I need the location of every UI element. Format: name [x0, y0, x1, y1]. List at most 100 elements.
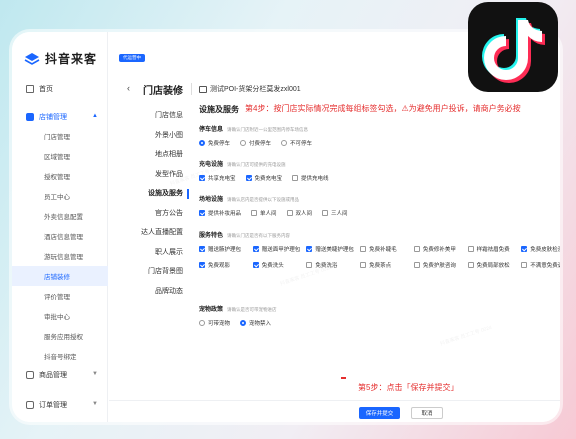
venue-label: 场地设施: [199, 197, 224, 203]
checkbox-icon: [521, 262, 528, 268]
service-option[interactable]: 不满意免费调整: [521, 261, 560, 269]
service-option[interactable]: 免费修补美甲: [413, 245, 464, 253]
parking-option[interactable]: 免费停车: [199, 139, 230, 147]
service-option[interactable]: 免费洗头: [252, 261, 303, 269]
decoration-menu-item[interactable]: 品牌动态: [127, 282, 187, 302]
sidebar-sub-item[interactable]: 审批中心: [12, 306, 108, 326]
sidebar: 抖音来客 首页 店铺管理 ▲ 门店管理 区域管理 授权管理 员工中心 外卖信息配置 酒店信…: [12, 32, 108, 422]
section-title: 设施及服务: [199, 105, 239, 114]
service-option[interactable]: 赠送腋护理包: [199, 245, 249, 253]
sidebar-item-home[interactable]: 首页: [12, 80, 108, 98]
decoration-menu-item[interactable]: 设施及服务: [127, 184, 189, 204]
service-option[interactable]: 赠送美睫护理包: [306, 245, 356, 253]
home-icon: [26, 85, 34, 93]
sidebar-sub-item[interactable]: 门店管理: [12, 126, 108, 146]
checkbox-icon: [252, 262, 259, 268]
sidebar-sub-item[interactable]: 区域管理: [12, 146, 108, 166]
brand-logo-icon: [24, 52, 40, 65]
venue-option[interactable]: 单人间: [251, 209, 277, 217]
parking-label: 停车信息: [199, 127, 224, 133]
tiktok-logo: [468, 2, 558, 92]
cancel-button[interactable]: 取消: [411, 407, 443, 419]
option-label: 样霜祛眉免费: [476, 247, 510, 253]
checkbox-icon: [322, 210, 329, 216]
option-label: 免费局部放松: [476, 263, 510, 269]
decoration-menu-item[interactable]: 发型作品: [127, 165, 187, 185]
decoration-menu-item[interactable]: 官方公告: [127, 204, 187, 224]
parking-option[interactable]: 不可停车: [281, 139, 312, 147]
watermark: 抖音来客 员工工号 0024: [439, 324, 493, 348]
sidebar-sub-item[interactable]: 服务应用授权: [12, 326, 108, 346]
brand-name: 抖音来客: [45, 52, 98, 66]
decoration-menu-item[interactable]: 达人直播配置: [127, 223, 187, 243]
sidebar-item-product[interactable]: 商品管理 ▼: [12, 366, 108, 384]
option-label: 免费修补美甲: [422, 247, 456, 253]
charging-option[interactable]: 共享充电宝: [199, 174, 236, 182]
sidebar-sub-item[interactable]: 店铺装修: [12, 266, 108, 286]
sidebar-item-order[interactable]: 订单管理 ▼: [12, 396, 108, 414]
charging-label: 充电设施: [199, 162, 224, 168]
sidebar-sub-item[interactable]: 抖音号绑定: [12, 346, 108, 366]
radio-icon: [199, 320, 205, 326]
sidebar-item-label: 订单管理: [39, 402, 67, 409]
chevron-up-icon: ▲: [92, 113, 98, 119]
sidebar-sub-item[interactable]: 员工中心: [12, 186, 108, 206]
sidebar-sub-item[interactable]: 评价管理: [12, 286, 108, 306]
checkbox-icon: [251, 210, 258, 216]
service-option[interactable]: 免费补睫毛: [360, 245, 410, 253]
sidebar-sub-item[interactable]: 游玩信息管理: [12, 246, 108, 266]
venue-option[interactable]: 三人间: [322, 209, 348, 217]
back-icon[interactable]: ‹: [127, 83, 130, 93]
radio-icon: [240, 140, 247, 146]
page-title: 门店装修: [143, 86, 183, 97]
option-label: 赠送腋护理包: [208, 247, 242, 253]
option-label: 双人间: [295, 211, 313, 217]
store-selector[interactable]: 测试POI-货架分栏莫发zxl001: [199, 84, 301, 94]
divider: [191, 83, 192, 95]
checkbox-icon: [413, 246, 420, 252]
pet-option[interactable]: 可带宠物: [199, 319, 230, 327]
checkbox-icon: [199, 246, 205, 252]
option-label: 免费充电宝: [254, 176, 283, 182]
sidebar-sub-item[interactable]: 外卖信息配置: [12, 206, 108, 226]
parking-option[interactable]: 付费停车: [240, 139, 271, 147]
pet-option[interactable]: 宠物禁入: [240, 319, 271, 327]
service-option[interactable]: 免费茶点: [360, 261, 410, 269]
sidebar-sub-item[interactable]: 酒店信息管理: [12, 226, 108, 246]
shop-icon: [199, 85, 207, 93]
checkbox-icon: [360, 246, 367, 252]
venue-options: 提供补妆用品 单人间 双人间 三人间: [199, 209, 348, 217]
service-option[interactable]: 赠送面甲护理包: [252, 245, 303, 253]
service-option[interactable]: 免费皮肤检测: [521, 245, 560, 253]
option-label: 免费护肤咨询: [422, 263, 456, 269]
decoration-menu-item[interactable]: 地点相册: [127, 145, 187, 165]
decoration-menu-item[interactable]: 门店背景图: [127, 262, 187, 282]
charging-option[interactable]: 提供充电线: [292, 174, 329, 182]
venue-option[interactable]: 提供补妆用品: [199, 209, 241, 217]
decoration-menu-item[interactable]: 职人展示: [127, 243, 187, 263]
service-option[interactable]: 免费观影: [199, 261, 249, 269]
checkbox-icon: [286, 210, 293, 216]
checkbox-icon: [199, 262, 205, 268]
step4-instruction: 第4步：按门店实际情况完成每组标签勾选，⚠为避免用户投诉，请商户务必按: [245, 104, 521, 113]
decoration-menu-item[interactable]: 外景小图: [127, 126, 187, 146]
save-submit-button[interactable]: 保存并提交: [359, 407, 400, 419]
venue-option[interactable]: 双人间: [286, 209, 313, 217]
sidebar-sub-item[interactable]: 授权管理: [12, 166, 108, 186]
pet-hint: 请确认是否可带宠物进店: [227, 307, 277, 312]
service-option[interactable]: 免费洗浴: [306, 261, 356, 269]
order-icon: [26, 401, 34, 409]
checkbox-icon: [521, 246, 528, 252]
service-option[interactable]: 样霜祛眉免费: [467, 245, 518, 253]
service-option[interactable]: 免费局部放松: [467, 261, 518, 269]
footer-bar: 保存并提交 取消: [109, 400, 560, 422]
radio-icon: [199, 140, 205, 146]
option-label: 免费停车: [208, 141, 231, 147]
charging-option[interactable]: 免费充电宝: [245, 174, 283, 182]
charging-hint: 请确认门店可提供的充电设施: [227, 162, 286, 167]
decoration-menu-item[interactable]: 门店信息: [127, 106, 187, 126]
service-option[interactable]: 免费护肤咨询: [413, 261, 464, 269]
option-label: 不满意免费调整: [530, 263, 560, 269]
sidebar-group-store[interactable]: 店铺管理 ▲: [12, 108, 108, 126]
checkbox-icon: [245, 175, 252, 181]
